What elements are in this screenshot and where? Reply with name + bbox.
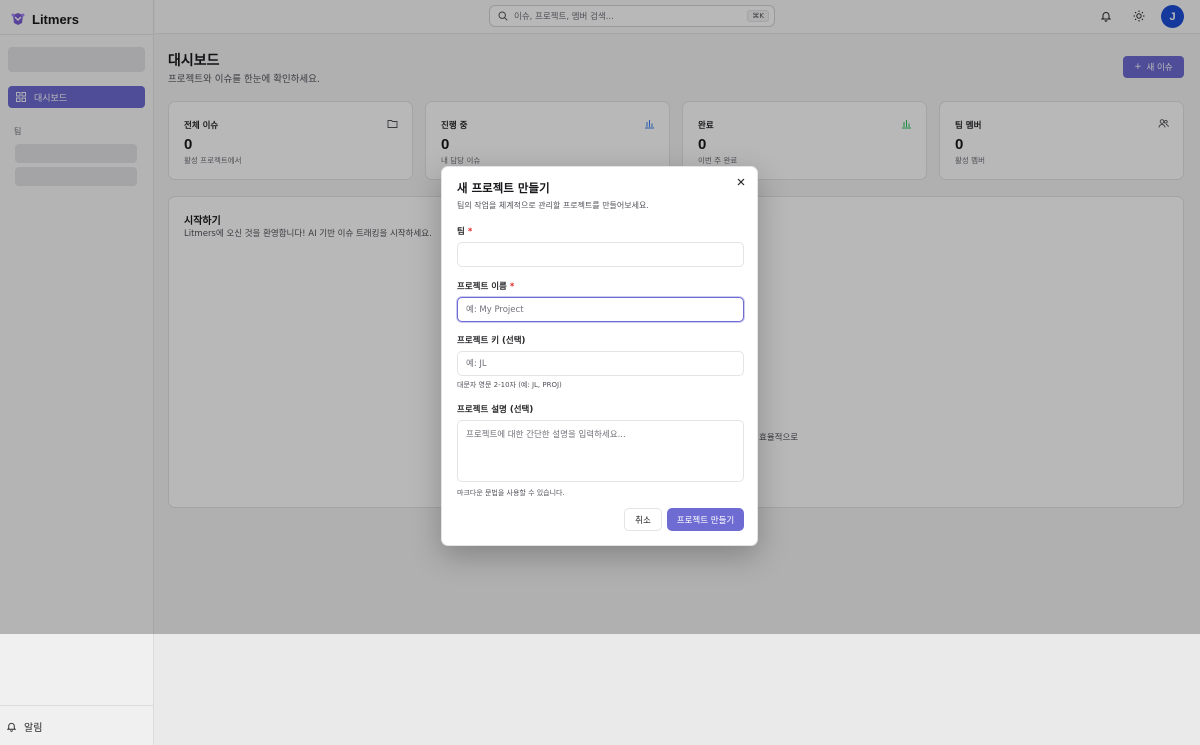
project-key-label: 프로젝트 키 (선택) xyxy=(457,336,526,346)
create-project-dialog: 새 프로젝트 만들기 팀의 작업을 체계적으로 관리할 프로젝트를 만들어보세요… xyxy=(441,166,758,546)
team-select[interactable] xyxy=(457,242,744,267)
dialog-description: 팀의 작업을 체계적으로 관리할 프로젝트를 만들어보세요. xyxy=(457,201,649,210)
modal-backdrop-lower xyxy=(0,634,1200,745)
create-project-button[interactable]: 프로젝트 만들기 xyxy=(667,508,744,531)
team-field-label: 팀 * xyxy=(457,225,472,237)
project-description-textarea[interactable] xyxy=(457,420,744,482)
cancel-button[interactable]: 취소 xyxy=(624,508,662,531)
project-key-hint: 대문자 영문 2-10자 (예: JL, PROJ) xyxy=(457,381,562,389)
required-marker: * xyxy=(509,282,515,292)
required-marker: * xyxy=(467,227,473,237)
project-description-hint: 마크다운 문법을 사용할 수 있습니다. xyxy=(457,489,565,497)
close-icon[interactable] xyxy=(735,176,747,188)
project-name-label: 프로젝트 이름 * xyxy=(457,280,514,292)
project-name-label-text: 프로젝트 이름 xyxy=(457,282,507,292)
project-key-input[interactable] xyxy=(457,351,744,376)
dialog-title: 새 프로젝트 만들기 xyxy=(457,181,550,195)
project-name-input[interactable] xyxy=(457,297,744,322)
project-description-label: 프로젝트 설명 (선택) xyxy=(457,405,534,415)
team-label-text: 팀 xyxy=(457,227,465,237)
